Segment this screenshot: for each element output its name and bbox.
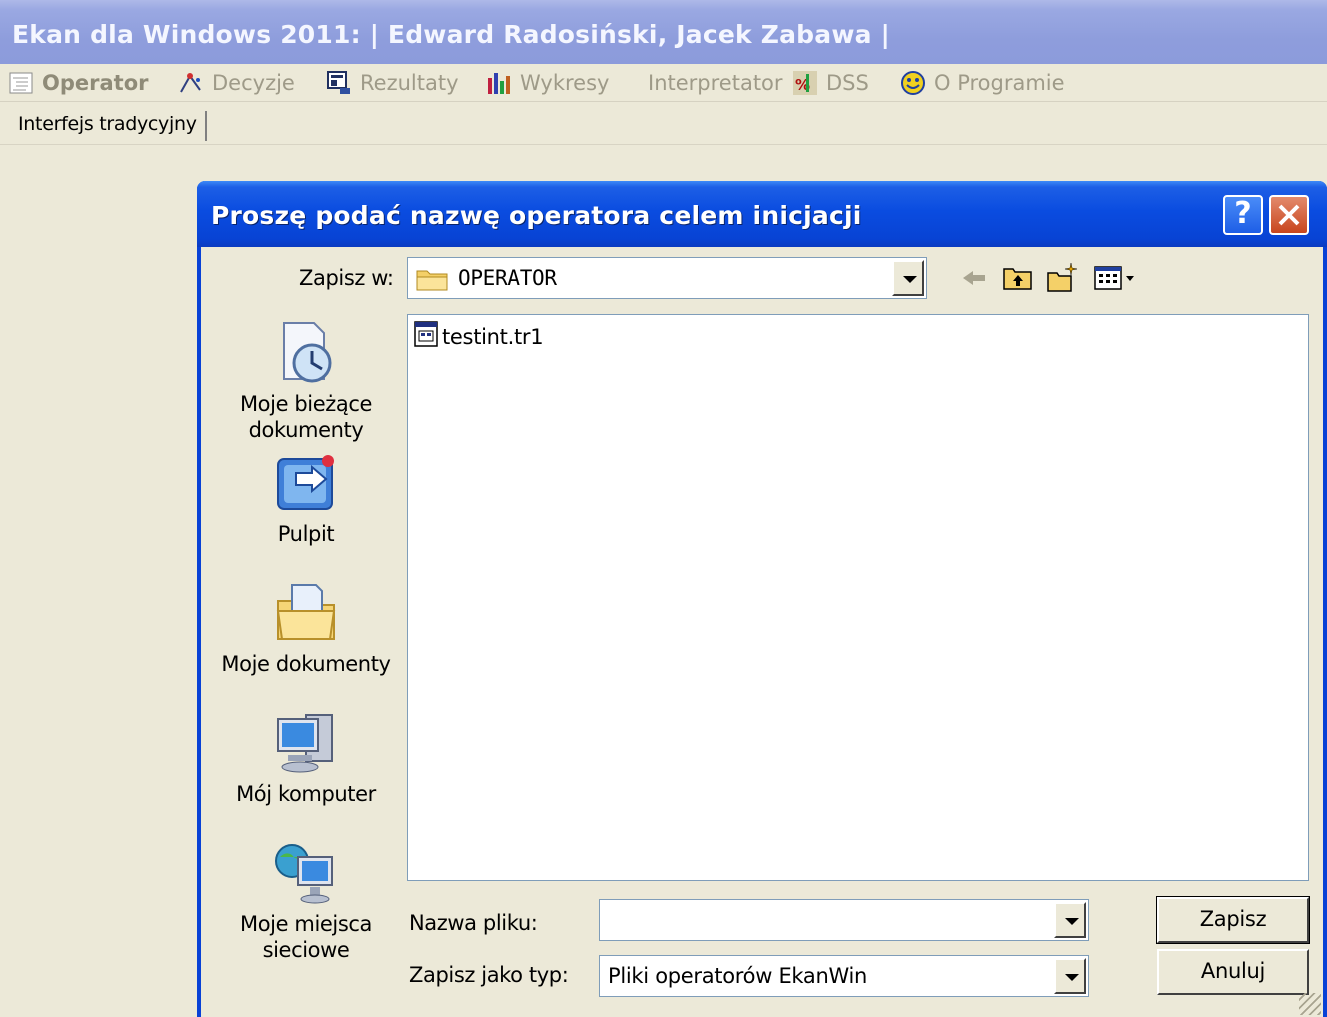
filetype-dropdown[interactable]: Pliki operatorów EkanWin [599, 955, 1089, 997]
menu-o-programie-label: O Programie [934, 71, 1065, 95]
menu-rezultaty[interactable]: Rezultaty [326, 69, 459, 97]
place-label: Mój komputer [236, 782, 376, 806]
close-icon [1278, 204, 1300, 226]
my-computer-icon [272, 709, 340, 777]
recent-documents-icon [272, 319, 340, 387]
titlebar-ghost-text [10, 0, 1210, 10]
menubar: Operator Decyzje Rezultaty Wykresy Inter… [0, 64, 1327, 102]
folder-icon [416, 267, 448, 296]
place-label: Moje bieżące [239, 392, 373, 416]
help-button[interactable]: ? [1223, 195, 1263, 235]
chevron-down-icon[interactable] [1054, 902, 1086, 938]
menu-decyzje-label: Decyzje [212, 71, 295, 95]
save-in-label: Zapisz w: [299, 266, 394, 290]
decision-icon [178, 70, 204, 96]
desktop-icon [272, 449, 340, 517]
resize-grip[interactable] [1299, 993, 1321, 1015]
menu-o-programie[interactable]: O Programie [900, 69, 1065, 97]
filetype-value: Pliki operatorów EkanWin [608, 964, 868, 988]
filetype-label: Zapisz jako typ: [409, 963, 569, 987]
up-folder-icon[interactable] [1001, 261, 1035, 295]
menu-wykresy-label: Wykresy [520, 71, 610, 95]
place-label-line2: sieciowe [262, 938, 350, 962]
menu-operator[interactable]: Operator [8, 69, 148, 97]
place-network[interactable]: Moje miejsca sieciowe [201, 839, 411, 963]
network-places-icon [272, 839, 340, 907]
close-button[interactable] [1269, 195, 1309, 235]
save-button[interactable]: Zapisz [1156, 896, 1310, 944]
filename-input[interactable] [599, 899, 1089, 941]
file-item[interactable]: testint.tr1 [414, 321, 544, 352]
results-icon [326, 70, 352, 96]
save-dialog: Proszę podać nazwę operatora celem inicj… [197, 181, 1327, 1017]
dialog-title: Proszę podać nazwę operatora celem inicj… [211, 201, 862, 230]
tab-row: Interfejs tradycyjny [0, 103, 1327, 145]
my-documents-icon [272, 579, 340, 647]
dss-icon: % [792, 70, 818, 96]
place-label: Moje miejsca [240, 912, 372, 936]
back-arrow-icon[interactable] [957, 261, 991, 295]
cancel-button[interactable]: Anuluj [1157, 949, 1309, 995]
operator-icon [8, 70, 34, 96]
place-label: Moje dokumenty [221, 652, 391, 676]
place-recent-documents[interactable]: Moje bieżące dokumenty [201, 319, 411, 443]
place-desktop[interactable]: Pulpit [201, 449, 411, 547]
about-icon [900, 70, 926, 96]
place-my-documents[interactable]: Moje dokumenty [201, 579, 411, 677]
view-menu-icon[interactable] [1091, 261, 1143, 295]
filename-label: Nazwa pliku: [409, 911, 538, 935]
file-name: testint.tr1 [442, 324, 544, 349]
charts-icon [486, 70, 512, 96]
save-in-dropdown[interactable]: OPERATOR [407, 257, 927, 299]
menu-dss-label: DSS [826, 71, 869, 95]
menu-rezultaty-label: Rezultaty [360, 71, 459, 95]
tab-interfejs-tradycyjny[interactable]: Interfejs tradycyjny [12, 111, 207, 141]
places-bar: Moje bieżące dokumenty Pulpit Moje dokum… [201, 311, 411, 971]
place-label-line2: dokumenty [248, 418, 364, 442]
file-list[interactable]: testint.tr1 [407, 314, 1309, 881]
tab-label: Interfejs tradycyjny [18, 113, 197, 135]
menu-dss[interactable]: % DSS [792, 69, 869, 97]
place-label: Pulpit [277, 522, 335, 546]
menu-decyzje[interactable]: Decyzje [178, 69, 295, 97]
app-titlebar[interactable]: Ekan dla Windows 2011: | Edward Radosińs… [0, 0, 1327, 64]
new-folder-icon[interactable] [1045, 261, 1079, 295]
menu-operator-label: Operator [42, 71, 149, 95]
chevron-down-icon[interactable] [892, 260, 924, 296]
chevron-down-icon[interactable] [1054, 958, 1086, 994]
place-my-computer[interactable]: Mój komputer [201, 709, 411, 807]
menu-wykresy[interactable]: Wykresy [486, 69, 609, 97]
app-title: Ekan dla Windows 2011: | Edward Radosińs… [12, 20, 890, 49]
dialog-titlebar[interactable]: Proszę podać nazwę operatora celem inicj… [197, 181, 1327, 247]
menu-interpretator[interactable]: Interpretator [648, 69, 783, 97]
save-in-value: OPERATOR [458, 266, 557, 290]
file-icon [414, 321, 438, 352]
menu-interpretator-label: Interpretator [648, 71, 783, 95]
